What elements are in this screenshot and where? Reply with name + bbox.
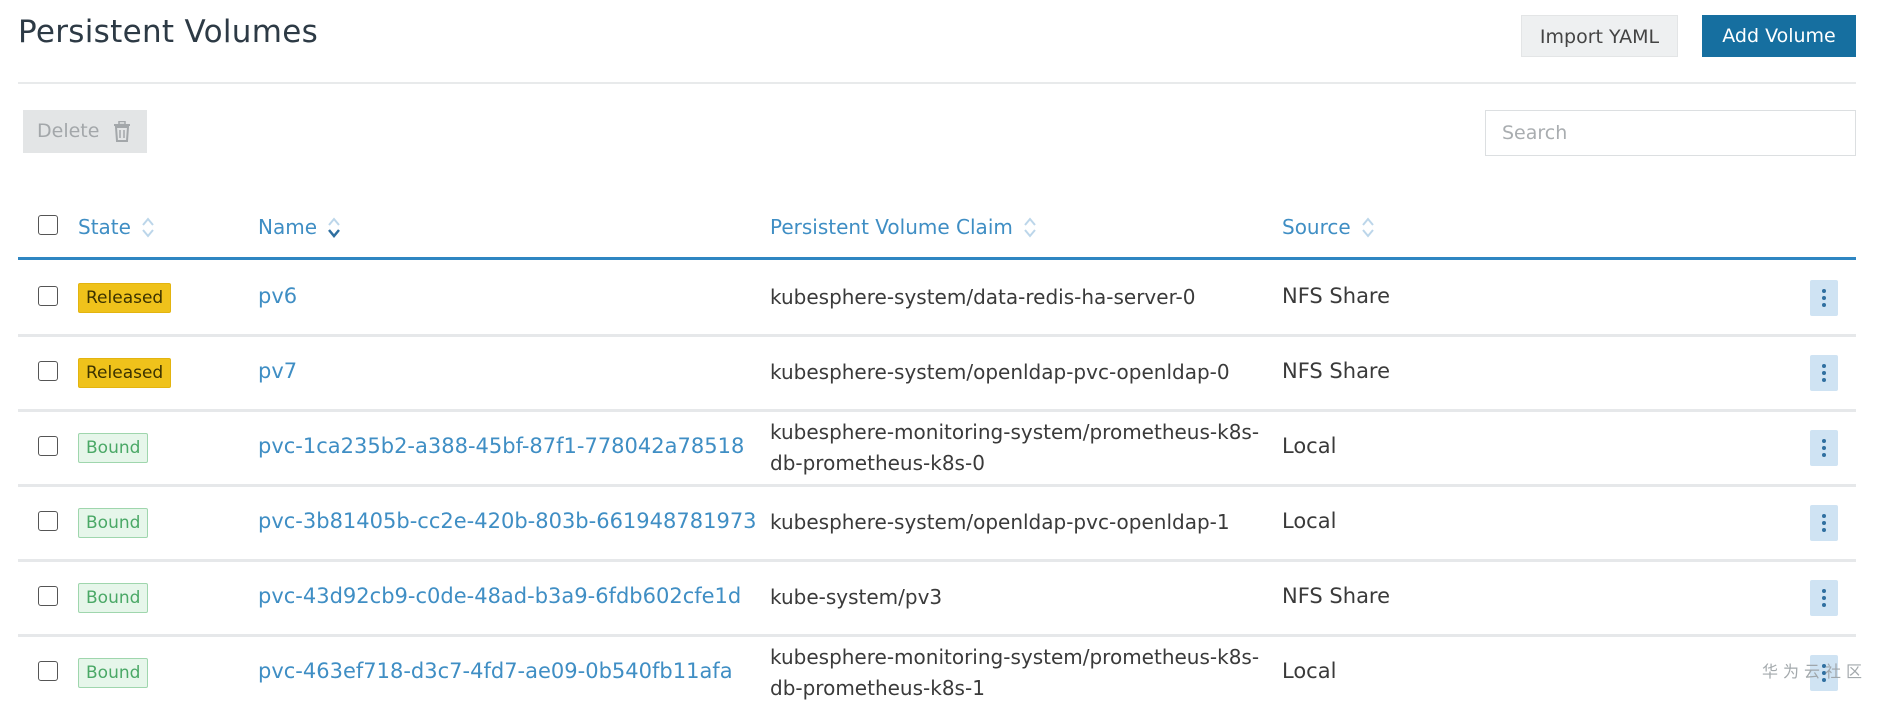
volume-name-link[interactable]: pvc-1ca235b2-a388-45bf-87f1-778042a78518: [258, 434, 744, 458]
row-checkbox[interactable]: [38, 436, 58, 456]
table-row[interactable]: Released pv6 kubesphere-system/data-redi…: [18, 261, 1856, 337]
status-badge: Released: [78, 283, 172, 313]
sort-descending-icon: [328, 217, 340, 238]
status-badge: Released: [78, 358, 172, 388]
status-badge: Bound: [78, 658, 149, 688]
more-actions-icon[interactable]: [1810, 430, 1838, 466]
column-header-state[interactable]: State: [78, 215, 155, 239]
delete-button-label: Delete: [37, 120, 100, 142]
import-yaml-button[interactable]: Import YAML: [1521, 15, 1678, 57]
more-actions-icon[interactable]: [1810, 280, 1838, 316]
more-actions-icon[interactable]: [1810, 355, 1838, 391]
search-input[interactable]: [1485, 110, 1856, 156]
source-cell: NFS Share: [1282, 584, 1391, 608]
add-volume-button[interactable]: Add Volume: [1702, 15, 1856, 57]
volume-name-link[interactable]: pv6: [258, 284, 297, 308]
table-row[interactable]: Released pv7 kubesphere-system/openldap-…: [18, 336, 1856, 412]
status-badge: Bound: [78, 433, 149, 463]
column-header-name[interactable]: Name: [258, 215, 341, 239]
source-cell: Local: [1282, 434, 1337, 458]
column-header-source[interactable]: Source: [1282, 215, 1375, 239]
table-header-divider: [18, 257, 1856, 260]
volume-name-link[interactable]: pvc-43d92cb9-c0de-48ad-b3a9-6fdb602cfe1d: [258, 584, 741, 608]
sort-icon: [1361, 217, 1374, 238]
table-row[interactable]: Bound pvc-3b81405b-cc2e-420b-803b-661948…: [18, 486, 1856, 562]
volume-name-link[interactable]: pv7: [258, 359, 297, 383]
page-title: Persistent Volumes: [18, 14, 319, 50]
table-row[interactable]: Bound pvc-463ef718-d3c7-4fd7-ae09-0b540f…: [18, 636, 1856, 709]
more-actions-icon[interactable]: [1810, 580, 1838, 616]
more-actions-icon[interactable]: [1810, 505, 1838, 541]
row-checkbox[interactable]: [38, 511, 58, 531]
status-badge: Bound: [78, 508, 149, 538]
pvc-cell: kubesphere-monitoring-system/prometheus-…: [770, 420, 1260, 475]
watermark: 华为云社区: [1762, 662, 1868, 681]
pvc-cell: kubesphere-system/openldap-pvc-openldap-…: [770, 510, 1230, 534]
source-cell: NFS Share: [1282, 359, 1391, 383]
column-header-pvc[interactable]: Persistent Volume Claim: [770, 215, 1037, 239]
pvc-cell: kube-system/pv3: [770, 585, 943, 609]
source-cell: Local: [1282, 509, 1337, 533]
table-row[interactable]: Bound pvc-1ca235b2-a388-45bf-87f1-778042…: [18, 411, 1856, 487]
pvc-cell: kubesphere-system/openldap-pvc-openldap-…: [770, 360, 1230, 384]
delete-button[interactable]: Delete: [23, 110, 147, 153]
pvc-cell: kubesphere-system/data-redis-ha-server-0: [770, 285, 1196, 309]
sort-icon: [1024, 217, 1036, 238]
select-all-checkbox[interactable]: [38, 215, 58, 235]
table-row[interactable]: Bound pvc-43d92cb9-c0de-48ad-b3a9-6fdb60…: [18, 561, 1856, 637]
pvc-cell: kubesphere-monitoring-system/prometheus-…: [770, 645, 1260, 700]
header-divider: [18, 82, 1856, 84]
table-header: State Name Persistent Volume Claim Sourc…: [18, 205, 1856, 259]
volume-name-link[interactable]: pvc-3b81405b-cc2e-420b-803b-661948781973: [258, 509, 757, 533]
status-badge: Bound: [78, 583, 149, 613]
row-checkbox[interactable]: [38, 286, 58, 306]
trash-icon: [114, 121, 130, 142]
sort-icon: [142, 217, 154, 238]
row-checkbox[interactable]: [38, 586, 58, 606]
row-checkbox[interactable]: [38, 661, 58, 681]
source-cell: Local: [1282, 659, 1337, 683]
source-cell: NFS Share: [1282, 284, 1391, 308]
volume-name-link[interactable]: pvc-463ef718-d3c7-4fd7-ae09-0b540fb11afa: [258, 659, 733, 683]
row-checkbox[interactable]: [38, 361, 58, 381]
